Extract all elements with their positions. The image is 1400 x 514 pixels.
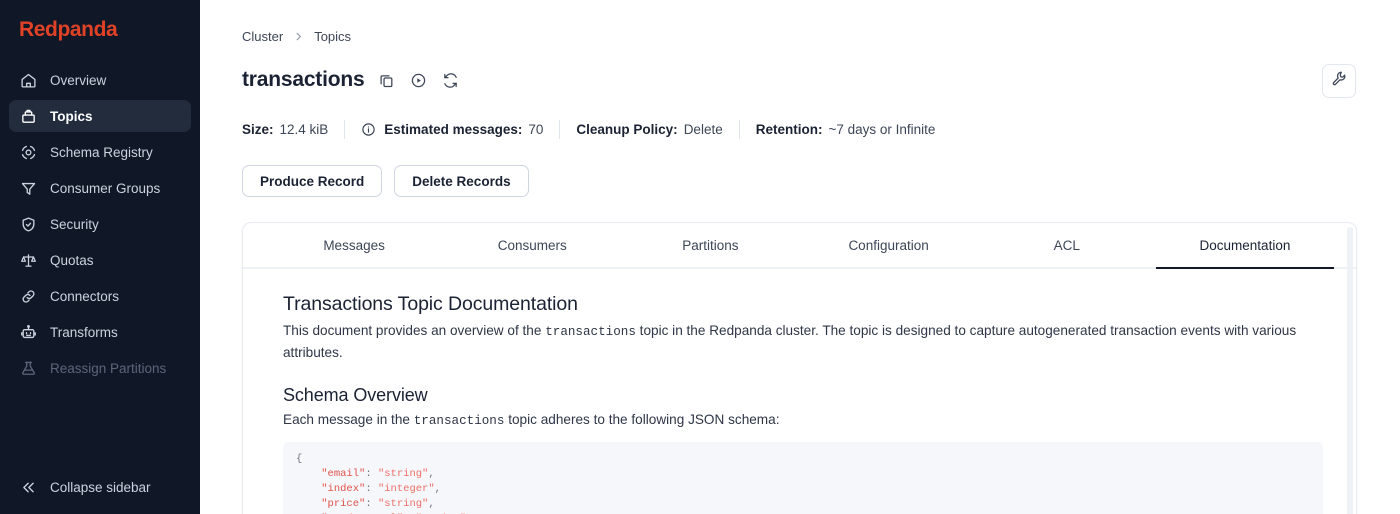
collapse-sidebar-label: Collapse sidebar (50, 479, 151, 495)
topic-meta-bar: Size: 12.4 kiB Estimated messages: 70 Cl… (242, 118, 935, 140)
logo-text: Redpanda (19, 18, 118, 41)
meta-cleanup-policy: Cleanup Policy: Delete (576, 122, 722, 137)
sidebar-item-label: Consumer Groups (50, 180, 161, 196)
sidebar-item-label: Connectors (50, 288, 120, 304)
sidebar-item-schema-registry[interactable]: Schema Registry (9, 136, 191, 168)
breadcrumb-item-cluster[interactable]: Cluster (242, 29, 283, 44)
sidebar-item-overview[interactable]: Overview (9, 64, 191, 96)
refresh-icon[interactable] (441, 71, 460, 90)
tab-documentation[interactable]: Documentation (1155, 223, 1335, 269)
doc-intro-paragraph: This document provides an overview of th… (283, 321, 1316, 362)
meta-divider (559, 119, 561, 139)
meta-divider (344, 119, 346, 139)
topic-settings-button[interactable] (1322, 64, 1356, 98)
doc-json-schema-codeblock: { "email": "string", "index": "integer",… (283, 441, 1323, 514)
sidebar-item-consumer-groups[interactable]: Consumer Groups (9, 172, 191, 204)
wrench-icon (1331, 70, 1348, 92)
sidebar-item-quotas[interactable]: Quotas (9, 244, 191, 276)
sidebar-item-reassign-partitions[interactable]: Reassign Partitions (9, 352, 191, 384)
info-circle-icon[interactable] (361, 122, 376, 137)
meta-label: Estimated messages: (384, 121, 523, 137)
topic-title-row: transactions (242, 66, 460, 94)
flask-icon (20, 360, 37, 377)
link-icon (20, 288, 37, 305)
main-content: Cluster Topics transactions Size: 12.4 k… (200, 0, 1400, 514)
meta-label: Cleanup Policy: (576, 121, 678, 137)
sidebar-item-topics[interactable]: Topics (9, 100, 191, 132)
meta-divider (738, 119, 740, 139)
doc-schema-part1: Each message in the (283, 412, 414, 427)
card-scrollbar-thumb[interactable] (1347, 227, 1353, 313)
sidebar-item-label: Transforms (50, 324, 118, 340)
chevron-right-icon (293, 31, 304, 42)
page-title: transactions (242, 68, 365, 91)
chevrons-left-icon (20, 479, 37, 496)
meta-retention: Retention: ~7 days or Infinite (756, 122, 936, 137)
sidebar-item-label: Overview (50, 72, 107, 88)
play-circle-icon[interactable] (409, 71, 428, 90)
documentation-panel: Transactions Topic Documentation This do… (243, 269, 1356, 514)
doc-schema-paragraph: Each message in the transactions topic a… (283, 410, 1316, 432)
meta-estimated-messages: Estimated messages: 70 (361, 122, 543, 137)
sidebar-item-label: Topics (50, 108, 93, 124)
sidebar-item-label: Quotas (50, 252, 94, 268)
sidebar-item-label: Reassign Partitions (50, 360, 167, 376)
tab-acl[interactable]: ACL (978, 223, 1156, 267)
sidebar-nav: Overview Topics Schema Registry Consumer… (0, 62, 200, 386)
sidebar-item-security[interactable]: Security (9, 208, 191, 240)
tab-configuration[interactable]: Configuration (800, 223, 978, 267)
doc-intro-code: transactions (545, 325, 636, 339)
doc-intro-part1: This document provides an overview of th… (283, 323, 546, 338)
doc-schema-heading: Schema Overview (283, 385, 428, 405)
sidebar-item-label: Schema Registry (50, 144, 153, 160)
topics-icon (20, 108, 37, 125)
schema-registry-icon (20, 144, 37, 161)
home-icon (20, 72, 37, 89)
breadcrumb-item-topics[interactable]: Topics (314, 29, 351, 44)
meta-value: 12.4 kiB (279, 121, 329, 137)
robot-icon (20, 324, 37, 341)
doc-schema-code: transactions (413, 414, 505, 428)
tab-consumers[interactable]: Consumers (443, 223, 621, 267)
meta-label: Size: (242, 121, 274, 137)
doc-heading: Transactions Topic Documentation (283, 293, 578, 315)
sidebar-item-label: Security (50, 216, 99, 232)
tab-bar: Messages Consumers Partitions Configurat… (243, 223, 1356, 269)
scales-icon (20, 252, 37, 269)
copy-icon[interactable] (377, 71, 396, 90)
produce-record-button[interactable]: Produce Record (242, 165, 383, 197)
meta-value: Delete (683, 121, 723, 137)
topic-actions: Produce Record Delete Records (242, 165, 529, 197)
meta-size: Size: 12.4 kiB (242, 122, 328, 137)
doc-schema-part2: topic adheres to the following JSON sche… (504, 412, 780, 427)
shield-check-icon (20, 216, 37, 233)
meta-value: 70 (528, 121, 544, 137)
funnel-icon (20, 180, 37, 197)
meta-value: ~7 days or Infinite (828, 121, 936, 137)
sidebar-item-connectors[interactable]: Connectors (9, 280, 191, 312)
redpanda-logo[interactable]: Redpanda (19, 17, 200, 43)
sidebar-item-transforms[interactable]: Transforms (9, 316, 191, 348)
meta-label: Retention: (755, 121, 823, 137)
collapse-sidebar-button[interactable]: Collapse sidebar (9, 471, 191, 503)
breadcrumb: Cluster Topics (242, 29, 351, 44)
tab-messages[interactable]: Messages (265, 223, 443, 267)
app-root: Redpanda Overview Topics Schema Registry… (0, 0, 1400, 514)
sidebar: Redpanda Overview Topics Schema Registry… (0, 0, 200, 514)
topic-detail-card: Messages Consumers Partitions Configurat… (242, 222, 1357, 514)
card-scrollbar[interactable] (1347, 227, 1353, 514)
tab-partitions[interactable]: Partitions (621, 223, 799, 267)
delete-records-button[interactable]: Delete Records (394, 165, 529, 197)
